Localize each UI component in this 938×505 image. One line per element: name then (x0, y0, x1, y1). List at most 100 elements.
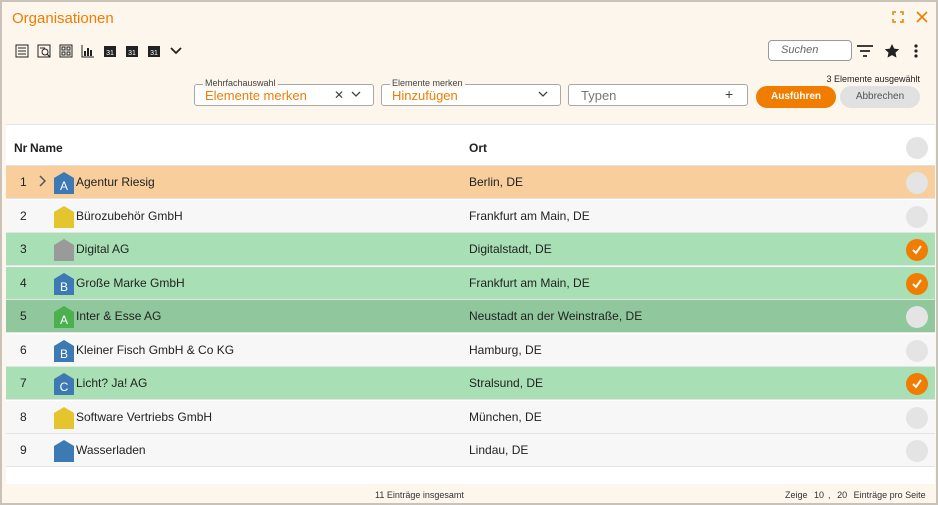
search-list-icon[interactable] (36, 43, 52, 59)
row-number: 8 (20, 409, 27, 424)
organisation-name[interactable]: Digital AG (76, 242, 129, 256)
table-header: Nr Name Ort (6, 125, 935, 166)
table-row[interactable]: 8 Software Vertriebs GmbH München, DE (6, 400, 935, 434)
organisation-name[interactable]: Große Marke GmbH (76, 276, 185, 290)
chevron-down-icon[interactable] (538, 88, 548, 102)
elemente-merken-legend: Elemente merken (390, 78, 465, 88)
row-select-checkbox[interactable] (906, 373, 928, 395)
organisation-name[interactable]: Agentur Riesig (76, 175, 155, 189)
clear-icon[interactable]: ✕ (334, 88, 344, 102)
organisation-type-icon: B (54, 272, 74, 295)
tile-view-icon[interactable] (58, 43, 74, 59)
chevron-down-icon[interactable] (351, 88, 361, 102)
svg-text:31: 31 (128, 50, 136, 57)
organisation-location: Hamburg, DE (469, 342, 542, 357)
table-row[interactable]: 5 A Inter & Esse AG Neustadt an der Weinstr… (6, 300, 935, 333)
maximize-icon[interactable] (890, 10, 906, 26)
view-toolbar: 31 31 31 (14, 40, 184, 62)
bar-chart-icon[interactable] (80, 43, 96, 59)
row-number: 3 (20, 242, 27, 256)
title-bar: Organisationen (12, 10, 114, 30)
calendar-week-icon[interactable]: 31 (124, 43, 140, 59)
organisation-type-icon: C (54, 373, 74, 395)
mehrfachauswahl-select[interactable]: Mehrfachauswahl Elemente merken ✕ (194, 78, 374, 106)
row-select-checkbox[interactable] (906, 339, 928, 362)
row-number: 2 (20, 208, 27, 223)
table-row[interactable]: 4 B Große Marke GmbH Frankfurt am Main, DE (6, 266, 935, 300)
organisation-location: München, DE (469, 409, 542, 424)
row-number: 6 (20, 342, 27, 357)
expand-row-icon[interactable] (38, 175, 48, 189)
row-number: 5 (20, 309, 27, 323)
page-size-10[interactable]: 10 (814, 490, 824, 500)
svg-text:B: B (60, 280, 68, 294)
organisation-type-icon (54, 440, 74, 462)
chevron-down-icon[interactable] (168, 43, 184, 59)
svg-text:31: 31 (150, 50, 158, 57)
elemente-merken-value: Hinzufügen (392, 88, 458, 103)
selected-count: 3 Elemente ausgewählt (826, 74, 920, 84)
table-row[interactable]: 2 Bürozubehör GmbH Frankfurt am Main, DE (6, 199, 935, 233)
table-row[interactable]: 9 Wasserladen Lindau, DE (6, 434, 935, 467)
add-icon[interactable]: + (725, 86, 733, 102)
organisation-name[interactable]: Licht? Ja! AG (76, 376, 147, 390)
column-header-ort[interactable]: Ort (469, 141, 487, 155)
organisation-type-icon (54, 406, 74, 429)
svg-text:B: B (60, 347, 68, 361)
row-select-checkbox[interactable] (906, 239, 928, 261)
close-icon[interactable] (914, 10, 930, 26)
filter-icon[interactable] (856, 42, 874, 60)
page-size-20[interactable]: 20 (837, 490, 847, 500)
total-entries: 11 Einträge insgesamt (375, 490, 464, 500)
table-row[interactable]: 3 Digital AG Digitalstadt, DE (6, 233, 935, 266)
organisation-type-icon (54, 239, 74, 261)
row-select-checkbox[interactable] (906, 205, 928, 228)
elemente-merken-select[interactable]: Elemente merken Hinzufügen (381, 78, 561, 106)
row-number: 7 (20, 376, 27, 390)
show-label: Zeige (785, 490, 808, 500)
calendar-day-icon[interactable]: 31 (102, 43, 118, 59)
organisation-name[interactable]: Software Vertriebs GmbH (76, 410, 212, 424)
svg-text:A: A (60, 179, 68, 193)
svg-text:C: C (60, 380, 69, 394)
row-number: 9 (20, 443, 27, 457)
page-size-selector: Zeige 10, 20 Einträge pro Seite (785, 490, 930, 500)
typen-placeholder: Typen (581, 88, 617, 103)
cancel-button[interactable]: Abbrechen (840, 86, 920, 108)
column-header-nr[interactable]: Nr (14, 141, 27, 155)
calendar-month-icon[interactable]: 31 (146, 43, 162, 59)
table-row[interactable]: 6 B Kleiner Fisch GmbH & Co KG Hamburg, DE (6, 333, 935, 367)
row-select-checkbox[interactable] (906, 406, 928, 429)
page-size-separator: , (828, 490, 831, 500)
window-title: Organisationen (12, 10, 114, 27)
organisation-name[interactable]: Wasserladen (76, 443, 146, 457)
organisation-type-icon: B (54, 339, 74, 362)
per-page-label: Einträge pro Seite (853, 490, 926, 500)
run-button[interactable]: Ausführen (756, 86, 836, 108)
organisation-name[interactable]: Inter & Esse AG (76, 309, 161, 323)
list-view-icon[interactable] (14, 43, 30, 59)
row-select-checkbox[interactable] (906, 272, 928, 295)
organisation-type-icon (54, 205, 74, 228)
table-row[interactable]: 7 C Licht? Ja! AG Stralsund, DE (6, 367, 935, 400)
organisation-location: Berlin, DE (469, 175, 524, 189)
organisation-name[interactable]: Bürozubehör GmbH (76, 209, 183, 223)
organisation-type-icon: A (54, 306, 74, 328)
search-input[interactable]: Suchen (768, 40, 852, 61)
organisation-location: Frankfurt am Main, DE (469, 208, 590, 223)
star-icon[interactable] (883, 42, 901, 60)
organisation-location: Digitalstadt, DE (469, 242, 552, 256)
organisation-name[interactable]: Kleiner Fisch GmbH & Co KG (76, 343, 234, 357)
organisation-location: Neustadt an der Weinstraße, DE (469, 309, 643, 323)
row-select-checkbox[interactable] (906, 440, 928, 462)
row-select-checkbox[interactable] (906, 306, 928, 328)
more-vertical-icon[interactable] (907, 42, 925, 60)
select-all-checkbox[interactable] (906, 137, 928, 159)
column-header-name[interactable]: Name (30, 141, 63, 155)
organisations-window: Organisationen 31 31 31 Suchen Mehrfacha… (0, 0, 938, 505)
svg-text:A: A (60, 313, 68, 327)
row-select-checkbox[interactable] (906, 172, 928, 194)
row-number: 4 (20, 275, 27, 290)
table-row[interactable]: 1 A Agentur Riesig Berlin, DE (6, 166, 935, 199)
typen-input[interactable]: Typen + (568, 84, 748, 106)
